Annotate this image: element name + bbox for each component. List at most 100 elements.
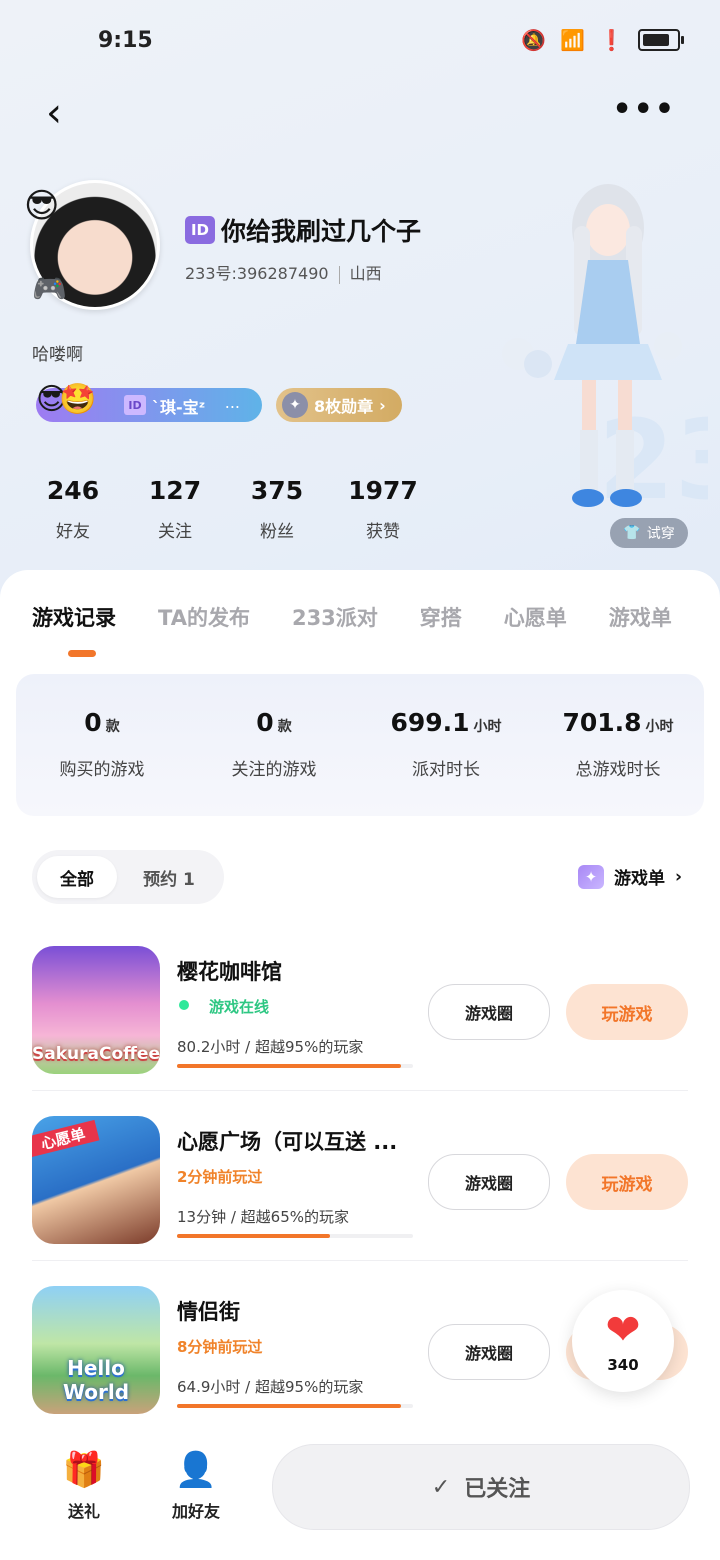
more-options-button[interactable]: ••• xyxy=(612,92,676,127)
game-icon[interactable]: Hello World xyxy=(32,1286,160,1414)
profile-tabs: 游戏记录 TA的发布 233派对 穿搭 心愿单 游戏单 xyxy=(32,602,672,632)
status-time: 9:15 xyxy=(98,28,153,53)
bio: 哈喽啊 xyxy=(32,345,83,365)
game-circle-button[interactable]: 游戏圈 xyxy=(428,1324,550,1380)
stat-friends[interactable]: 246 好友 xyxy=(22,476,124,542)
stat-value: 375 xyxy=(250,476,304,505)
game-icon[interactable]: 心愿单 xyxy=(32,1116,160,1244)
summary-unit: 小时 xyxy=(645,719,674,735)
playtime-bar xyxy=(177,1234,413,1238)
sunglasses-emoji-icon: 😎 xyxy=(24,186,60,226)
tab-posts[interactable]: TA的发布 xyxy=(158,602,250,632)
chevron-right-icon: › xyxy=(379,395,386,415)
stat-label: 关注 xyxy=(158,522,192,542)
stat-label: 好友 xyxy=(56,522,90,542)
svg-text:233: 233 xyxy=(598,396,708,524)
summary-unit: 款 xyxy=(105,719,120,735)
emoji-faces-icon: 😎🤩 xyxy=(36,382,97,417)
game-name: 心愿广场（可以互送 ... xyxy=(177,1130,398,1154)
medals-button[interactable]: ✦ 8枚勋章 › xyxy=(276,388,402,422)
game-list-link[interactable]: ✦ 游戏单 › xyxy=(577,864,682,889)
game-icon[interactable]: SakuraCoffee xyxy=(32,946,160,1074)
check-icon: ✓ xyxy=(431,1474,451,1500)
summary-followed: 0款 关注的游戏 xyxy=(188,708,360,780)
add-friend-label: 加好友 xyxy=(171,1502,220,1521)
send-gift-button[interactable]: 🎁 送礼 xyxy=(44,1450,124,1522)
like-button[interactable]: ❤ 340 xyxy=(572,1290,674,1392)
game-row[interactable]: SakuraCoffee 樱花咖啡馆 游戏在线 80.2小时 / 超越95%的玩… xyxy=(0,940,720,1108)
status-bar: 9:15 🔕 📶 ❗ xyxy=(0,0,720,84)
alert-icon: ❗ xyxy=(599,28,624,52)
game-status: 游戏在线 xyxy=(177,996,269,1017)
back-button[interactable]: ‹ xyxy=(46,90,86,136)
character-avatar-image[interactable]: 233 xyxy=(478,168,708,548)
user-id-line: 233号:396287490 山西 xyxy=(185,260,382,284)
mute-icon: 🔕 xyxy=(521,28,547,52)
filter-all[interactable]: 全部 xyxy=(37,856,117,898)
summary-value: 0 xyxy=(256,708,274,737)
stat-likes[interactable]: 1977 获赞 xyxy=(328,476,438,542)
game-status: 8分钟前玩过 xyxy=(177,1338,263,1356)
avatar[interactable]: 😎 🎮 xyxy=(24,180,160,310)
summary-value: 699.1 xyxy=(390,708,470,737)
active-tab-indicator xyxy=(68,650,96,657)
gift-icon: 🎁 xyxy=(62,1450,106,1490)
tab-game-records[interactable]: 游戏记录 xyxy=(32,602,116,632)
stat-label: 获赞 xyxy=(366,522,400,542)
game-name: 情侣街 xyxy=(177,1300,240,1324)
bottom-action-bar: 🎁 送礼 👤 加好友 ✓ 已关注 xyxy=(0,1428,720,1560)
tab-wishlist[interactable]: 心愿单 xyxy=(504,602,567,632)
summary-unit: 款 xyxy=(277,719,292,735)
game-icon-label: 心愿单 xyxy=(32,1119,100,1158)
summary-label: 关注的游戏 xyxy=(231,760,317,780)
game-icon-label: Hello World xyxy=(62,1356,130,1404)
tab-party[interactable]: 233派对 xyxy=(292,602,378,632)
play-game-button[interactable]: 玩游戏 xyxy=(566,984,688,1040)
try-on-button[interactable]: 👕 试穿 xyxy=(610,518,688,548)
user-id: 233号:396287490 xyxy=(185,264,329,283)
id-badge: ID xyxy=(185,216,215,244)
stat-value: 1977 xyxy=(348,476,418,505)
location: 山西 xyxy=(349,264,382,283)
stat-fans[interactable]: 375 粉丝 xyxy=(226,476,328,542)
title-text: `琪-宝ᶻ xyxy=(152,398,206,417)
playtime-bar-fill xyxy=(177,1404,402,1408)
sparkle-icon: ✦ xyxy=(577,864,604,889)
gamepad-icon: 🎮 xyxy=(32,272,67,305)
followed-label: 已关注 xyxy=(464,1477,531,1502)
stat-value: 246 xyxy=(46,476,100,505)
stat-label: 粉丝 xyxy=(260,522,294,542)
game-circle-button[interactable]: 游戏圈 xyxy=(428,1154,550,1210)
game-filter: 全部 预约 1 xyxy=(32,850,224,904)
wifi-icon: 📶 xyxy=(560,28,586,52)
game-playtime: 64.9小时 / 超越95%的玩家 xyxy=(177,1378,364,1396)
followed-button[interactable]: ✓ 已关注 xyxy=(272,1444,690,1530)
tab-game-lists[interactable]: 游戏单 xyxy=(609,602,672,632)
stat-value: 127 xyxy=(148,476,202,505)
row-divider xyxy=(32,1260,688,1261)
heart-icon: ❤ xyxy=(605,1305,641,1354)
send-gift-label: 送礼 xyxy=(67,1502,100,1521)
playtime-bar xyxy=(177,1064,413,1068)
summary-party-time: 699.1 小时 派对时长 xyxy=(360,708,532,780)
playtime-bar xyxy=(177,1404,413,1408)
game-list-label: 游戏单 xyxy=(613,869,665,889)
summary-label: 购买的游戏 xyxy=(59,760,145,780)
tab-outfits[interactable]: 穿搭 xyxy=(420,602,462,632)
title-id-badge: ID xyxy=(124,395,146,415)
playtime-bar-fill xyxy=(177,1064,402,1068)
game-playtime: 13分钟 / 超越65%的玩家 xyxy=(177,1208,350,1226)
game-circle-button[interactable]: 游戏圈 xyxy=(428,984,550,1040)
play-game-button[interactable]: 玩游戏 xyxy=(566,1154,688,1210)
stat-following[interactable]: 127 关注 xyxy=(124,476,226,542)
game-row[interactable]: 心愿单 心愿广场（可以互送 ... 2分钟前玩过 13分钟 / 超越65%的玩家… xyxy=(0,1110,720,1278)
status-icons: 🔕 📶 ❗ xyxy=(521,28,684,52)
add-friend-button[interactable]: 👤 加好友 xyxy=(156,1450,236,1522)
filter-reserved[interactable]: 预约 1 xyxy=(124,856,214,898)
try-on-label: 试穿 xyxy=(646,526,675,542)
title-badge-pill[interactable]: 😎🤩 ID `琪-宝ᶻ ... xyxy=(36,382,262,422)
summary-label: 总游戏时长 xyxy=(575,760,661,780)
content-panel: 游戏记录 TA的发布 233派对 穿搭 心愿单 游戏单 0款 购买的游戏 0款 … xyxy=(0,570,720,1560)
summary-value: 701.8 xyxy=(562,708,642,737)
summary-purchased: 0款 购买的游戏 xyxy=(16,708,188,780)
